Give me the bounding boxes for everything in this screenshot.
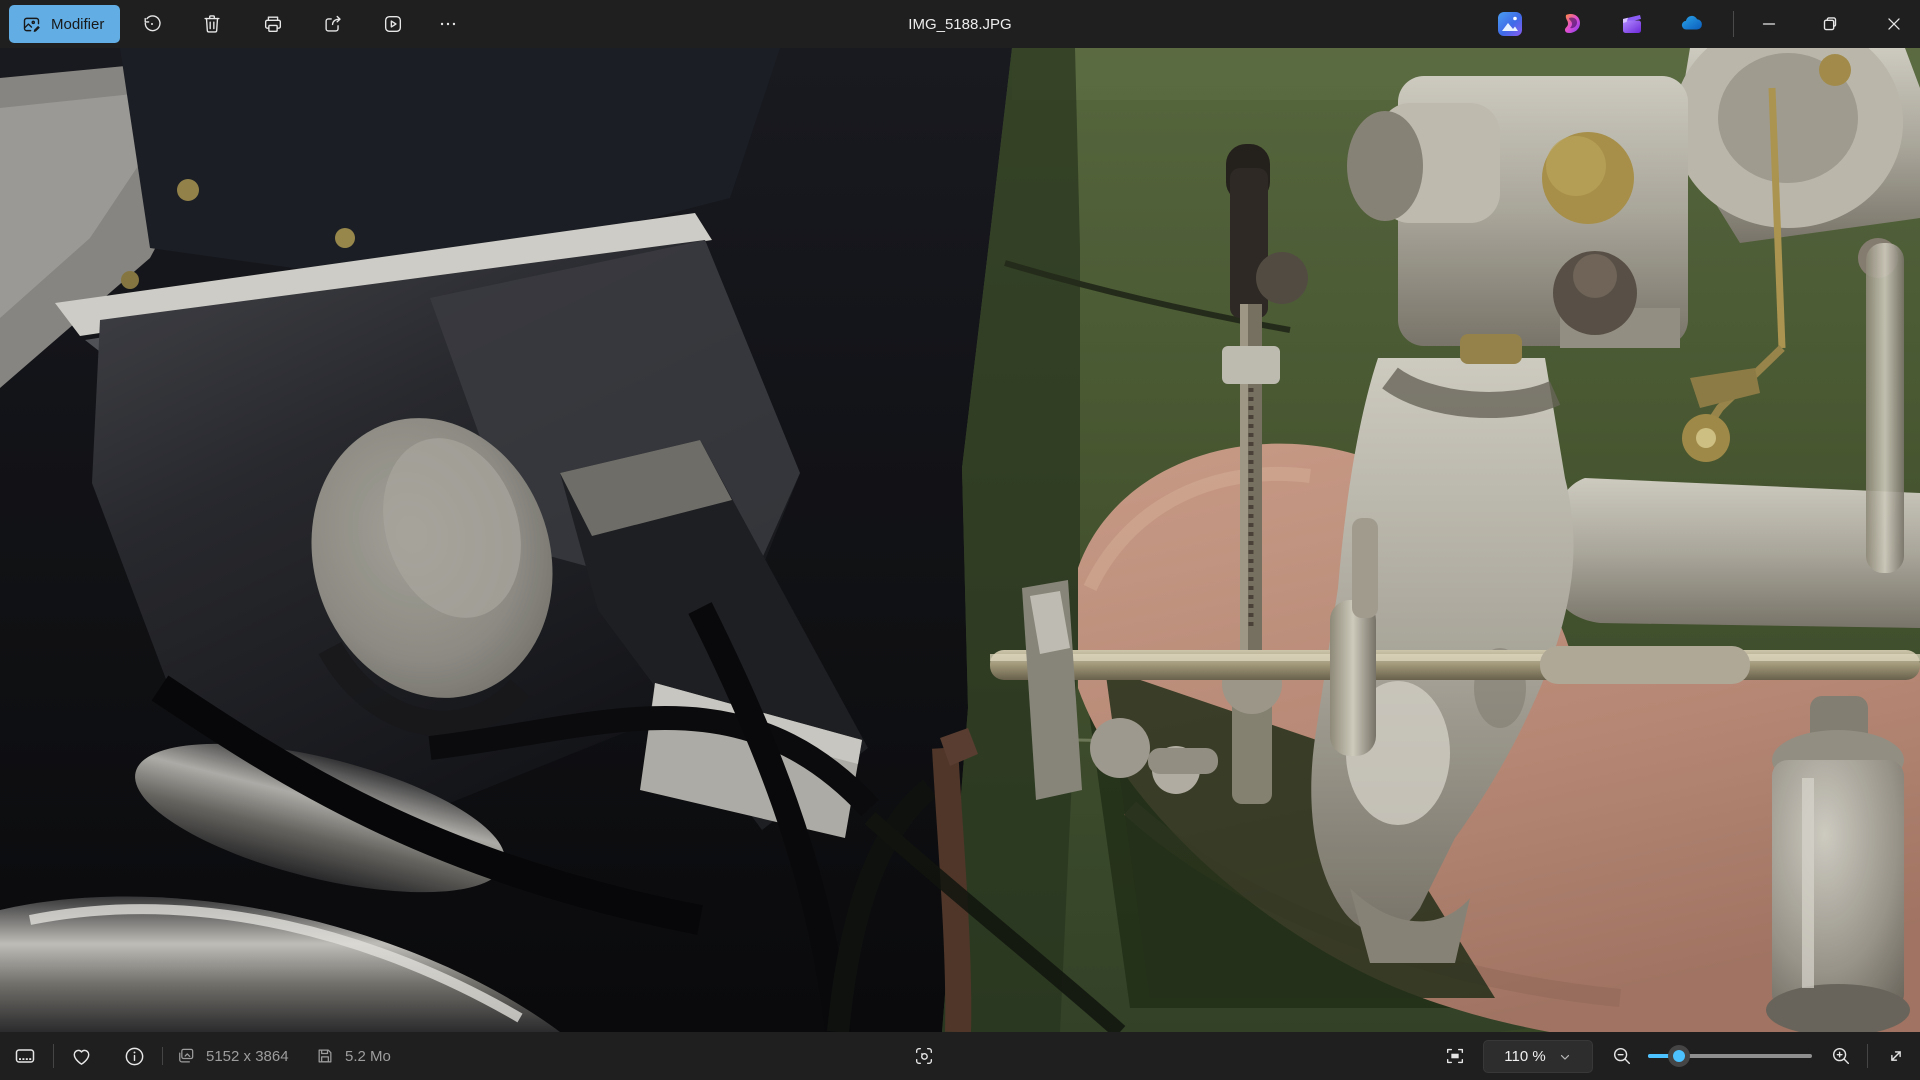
- photos-app-icon[interactable]: [1496, 10, 1524, 38]
- chevron-down-icon: [1558, 1050, 1572, 1064]
- trash-icon: [201, 13, 223, 35]
- zoom-out-icon: [1611, 1045, 1633, 1067]
- edit-image-icon: [21, 14, 42, 35]
- titlebar-separator: [1733, 11, 1734, 37]
- share-button[interactable]: [311, 4, 355, 44]
- statusbar-separator-2: [162, 1047, 163, 1065]
- delete-button[interactable]: [190, 4, 234, 44]
- engine-bay-photo: [0, 48, 1920, 1032]
- print-button[interactable]: [251, 4, 295, 44]
- close-icon: [1883, 13, 1905, 35]
- more-options-button[interactable]: [426, 4, 470, 44]
- statusbar: 5152 x 3864 5.2 Mo 110 %: [0, 1032, 1920, 1080]
- zoom-level-button[interactable]: 110 %: [1483, 1040, 1593, 1073]
- statusbar-separator-1: [53, 1044, 54, 1068]
- zoom-in-icon: [1830, 1045, 1852, 1067]
- photo-vignette: [0, 48, 1920, 1032]
- visual-search-icon: [913, 1045, 935, 1067]
- file-size-stat: 5.2 Mo: [315, 1032, 391, 1080]
- visual-search-button[interactable]: [902, 1036, 946, 1076]
- filmstrip-button[interactable]: [3, 1036, 47, 1076]
- zoom-out-button[interactable]: [1600, 1036, 1644, 1076]
- zoom-slider-thumb-dot: [1673, 1050, 1685, 1062]
- fullscreen-button[interactable]: [1874, 1036, 1918, 1076]
- printer-icon: [262, 13, 284, 35]
- statusbar-separator-3: [1867, 1044, 1868, 1068]
- zoom-slider[interactable]: [1648, 1032, 1812, 1080]
- file-size-icon: [315, 1046, 335, 1066]
- restore-button[interactable]: [1807, 0, 1853, 48]
- fit-to-window-button[interactable]: [1433, 1036, 1477, 1076]
- restore-icon: [1819, 13, 1841, 35]
- zoom-in-button[interactable]: [1819, 1036, 1863, 1076]
- rotate-icon: [141, 13, 163, 35]
- file-size-value: 5.2 Mo: [345, 1048, 391, 1065]
- edit-button[interactable]: Modifier: [9, 5, 120, 43]
- favorite-button[interactable]: [59, 1036, 103, 1076]
- zoom-level-value: 110 %: [1504, 1048, 1545, 1065]
- play-square-icon: [382, 13, 404, 35]
- close-button[interactable]: [1867, 0, 1920, 48]
- slideshow-button[interactable]: [371, 4, 415, 44]
- info-icon: [123, 1045, 146, 1068]
- fullscreen-icon: [1885, 1045, 1907, 1067]
- edit-button-label: Modifier: [51, 16, 104, 33]
- minimize-icon: [1758, 13, 1780, 35]
- onedrive-app-icon[interactable]: [1678, 10, 1706, 38]
- dimensions-value: 5152 x 3864: [206, 1048, 289, 1065]
- share-icon: [322, 13, 344, 35]
- dimensions-icon: [176, 1046, 196, 1066]
- ellipsis-icon: [437, 13, 459, 35]
- minimize-button[interactable]: [1746, 0, 1792, 48]
- filmstrip-icon: [13, 1044, 37, 1068]
- clipchamp-app-icon[interactable]: [1618, 10, 1646, 38]
- titlebar: Modifier: [0, 0, 1920, 48]
- fit-to-window-icon: [1444, 1045, 1466, 1067]
- heart-icon: [70, 1045, 93, 1068]
- rotate-button[interactable]: [130, 4, 174, 44]
- photo-canvas[interactable]: [0, 48, 1920, 1032]
- designer-app-icon[interactable]: [1559, 10, 1587, 38]
- info-button[interactable]: [112, 1036, 156, 1076]
- image-dimensions-stat: 5152 x 3864: [176, 1032, 289, 1080]
